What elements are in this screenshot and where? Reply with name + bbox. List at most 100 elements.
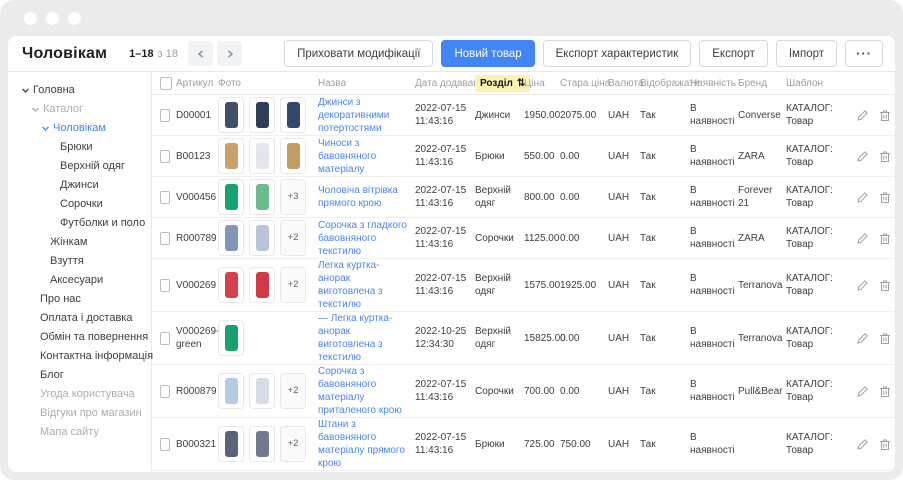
- product-link[interactable]: Сорочка з гладкого бавовняного текстилю: [318, 219, 409, 258]
- row-checkbox[interactable]: [160, 385, 170, 398]
- row-checkbox[interactable]: [160, 232, 170, 245]
- prev-page-button[interactable]: [188, 41, 213, 66]
- product-photo[interactable]: [218, 267, 244, 303]
- chevron-down-icon[interactable]: [41, 124, 50, 133]
- delete-icon[interactable]: [879, 385, 891, 398]
- row-checkbox[interactable]: [160, 279, 170, 292]
- edit-icon[interactable]: [856, 385, 869, 398]
- more-photos-badge[interactable]: +2: [280, 426, 306, 462]
- delete-icon[interactable]: [879, 150, 891, 163]
- sidebar-item-trousers[interactable]: Брюки: [8, 138, 151, 157]
- sidebar-item-blog[interactable]: Блог: [8, 366, 151, 385]
- product-link[interactable]: — Легка куртка-анорак виготовлена з текс…: [318, 312, 409, 364]
- product-photo[interactable]: [218, 220, 244, 256]
- column-header-name[interactable]: Назва: [318, 78, 415, 89]
- column-header-old-price[interactable]: Стара ціна: [560, 78, 608, 89]
- sidebar-item-contacts[interactable]: Контактна інформація: [8, 347, 151, 366]
- product-link[interactable]: Чиноси з бавовняного матеріалу: [318, 137, 409, 176]
- column-header-price[interactable]: Ціна: [524, 78, 560, 89]
- sidebar-item-payment-delivery[interactable]: Оплата і доставка: [8, 309, 151, 328]
- column-header-photo[interactable]: Фото: [218, 78, 318, 89]
- product-photo[interactable]: [218, 373, 244, 409]
- product-photo[interactable]: [280, 138, 306, 174]
- row-checkbox[interactable]: [160, 332, 170, 345]
- chevron-down-icon[interactable]: [31, 105, 40, 114]
- column-header-display[interactable]: Відображати: [640, 78, 690, 89]
- sidebar-item-women[interactable]: Жінкам: [8, 233, 151, 252]
- delete-icon[interactable]: [879, 332, 891, 345]
- sidebar-item-about-us[interactable]: Про нас: [8, 290, 151, 309]
- column-header-template[interactable]: Шаблон: [786, 78, 848, 89]
- delete-icon[interactable]: [879, 438, 891, 451]
- sidebar-item-jeans[interactable]: Джинси: [8, 176, 151, 195]
- product-photo[interactable]: [249, 220, 275, 256]
- product-photo[interactable]: [249, 179, 275, 215]
- edit-icon[interactable]: [856, 232, 869, 245]
- more-actions-button[interactable]: ···: [845, 40, 883, 67]
- export-button[interactable]: Експорт: [699, 40, 768, 67]
- product-photo[interactable]: [218, 138, 244, 174]
- column-header-brand[interactable]: Бренд: [738, 78, 786, 89]
- sidebar-item-tshirts-polo[interactable]: Футболки и поло: [8, 214, 151, 233]
- product-link[interactable]: Легка куртка-анорак виготовлена з тексти…: [318, 259, 409, 311]
- select-all-checkbox[interactable]: [160, 77, 172, 90]
- product-photo[interactable]: [280, 97, 306, 133]
- delete-icon[interactable]: [879, 191, 891, 204]
- window-maximize-icon[interactable]: [68, 12, 81, 25]
- sidebar-item-store-reviews[interactable]: Відгуки про магазин: [8, 404, 151, 423]
- delete-icon[interactable]: [879, 232, 891, 245]
- product-photo[interactable]: [249, 426, 275, 462]
- product-photo[interactable]: [218, 179, 244, 215]
- row-checkbox[interactable]: [160, 438, 170, 451]
- next-page-button[interactable]: [217, 41, 242, 66]
- edit-icon[interactable]: [856, 150, 869, 163]
- product-photo[interactable]: [249, 138, 275, 174]
- edit-icon[interactable]: [856, 109, 869, 122]
- product-photo[interactable]: [249, 267, 275, 303]
- column-header-currency[interactable]: Валюта: [608, 78, 640, 89]
- delete-icon[interactable]: [879, 109, 891, 122]
- more-photos-badge[interactable]: +2: [280, 267, 306, 303]
- edit-icon[interactable]: [856, 332, 869, 345]
- more-photos-badge[interactable]: +3: [280, 179, 306, 215]
- sidebar-item-outerwear[interactable]: Верхній одяг: [8, 157, 151, 176]
- product-photo[interactable]: [218, 426, 244, 462]
- edit-icon[interactable]: [856, 438, 869, 451]
- column-header-sku[interactable]: Артикул: [176, 78, 218, 89]
- import-button[interactable]: Імпорт: [776, 40, 837, 67]
- product-photo[interactable]: [249, 373, 275, 409]
- more-photos-badge[interactable]: +2: [280, 220, 306, 256]
- row-checkbox[interactable]: [160, 150, 170, 163]
- sidebar-item-exchange-return[interactable]: Обмін та повернення: [8, 328, 151, 347]
- column-header-date[interactable]: Дата додавання: [415, 78, 475, 89]
- sidebar-item-sitemap[interactable]: Мапа сайту: [8, 423, 151, 442]
- edit-icon[interactable]: [856, 279, 869, 292]
- chevron-down-icon[interactable]: [21, 86, 30, 95]
- edit-icon[interactable]: [856, 191, 869, 204]
- product-link[interactable]: Джинси з декоративними потертостями: [318, 96, 409, 135]
- delete-icon[interactable]: [879, 279, 891, 292]
- window-close-icon[interactable]: [24, 12, 37, 25]
- export-characteristics-button[interactable]: Експорт характеристик: [543, 40, 692, 67]
- product-photo[interactable]: [218, 320, 244, 356]
- sidebar-item-accessories[interactable]: Аксесуари: [8, 271, 151, 290]
- window-minimize-icon[interactable]: [46, 12, 59, 25]
- column-header-availability[interactable]: Наявність: [690, 78, 738, 89]
- sidebar-item-shoes[interactable]: Взуття: [8, 252, 151, 271]
- product-link[interactable]: Сорочка з бавовняного матеріалу притален…: [318, 365, 409, 417]
- product-photo[interactable]: [218, 97, 244, 133]
- product-link[interactable]: Штани з бавовняного матеріалу прямого кр…: [318, 418, 409, 470]
- row-checkbox[interactable]: [160, 109, 170, 122]
- new-product-button[interactable]: Новий товар: [441, 40, 534, 67]
- row-checkbox[interactable]: [160, 191, 170, 204]
- hide-modifications-button[interactable]: Приховати модифікації: [284, 40, 433, 67]
- sidebar-item-shirts[interactable]: Сорочки: [8, 195, 151, 214]
- product-link[interactable]: Чоловіча вітрівка прямого крою: [318, 184, 409, 210]
- product-photo[interactable]: [249, 97, 275, 133]
- sidebar-item-user-agreement[interactable]: Угода користувача: [8, 385, 151, 404]
- sidebar-item-catalog[interactable]: Каталог: [8, 100, 151, 119]
- sidebar-item-men[interactable]: Чоловікам: [8, 119, 151, 138]
- column-header-section-sorted[interactable]: Розділ ⇅: [475, 75, 530, 92]
- sidebar-item-home[interactable]: Головна: [8, 81, 151, 100]
- more-photos-badge[interactable]: +2: [280, 373, 306, 409]
